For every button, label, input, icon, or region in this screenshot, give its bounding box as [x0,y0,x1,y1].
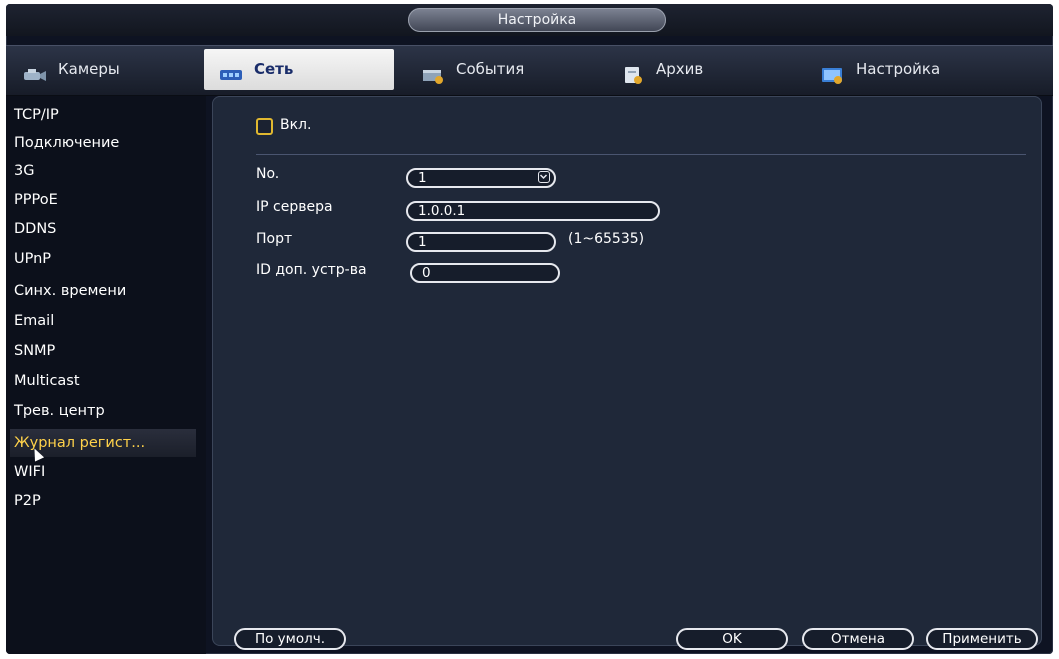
window-title: Настройка [408,8,666,32]
sidebar-item-snmp[interactable]: SNMP [10,337,196,365]
archive-icon [620,60,646,84]
port-label: Порт [256,231,293,247]
tab-archive[interactable]: Архив [606,49,796,90]
chevron-down-icon [538,171,550,183]
main-tab-bar: Камеры Сеть События Архив Настройка [6,45,1053,96]
tab-events[interactable]: События [406,49,596,90]
dvr-window: Настройка Камеры Сеть События Архив Наст… [6,4,1053,654]
enable-checkbox[interactable] [256,118,273,135]
sidebar-item-email[interactable]: Email [10,307,196,335]
network-sidebar: TCP/IP Подключение 3G PPPoE DDNS UPnP Си… [6,96,206,654]
no-select[interactable]: 1 [406,168,556,188]
ok-button[interactable]: OK [676,628,788,650]
sidebar-item-alarm-center[interactable]: Трев. центр [10,397,196,425]
enable-label: Вкл. [280,117,312,133]
sidebar-item-ddns[interactable]: DDNS [10,215,196,243]
sidebar-item-pppoe[interactable]: PPPoE [10,186,196,214]
no-label: No. [256,166,280,182]
title-bar: Настройка [6,4,1053,36]
sidebar-item-connection[interactable]: Подключение [10,129,196,157]
sidebar-item-multicast[interactable]: Multicast [10,367,196,395]
server-ip-input[interactable]: 1.0.0.1 [406,201,660,221]
default-button[interactable]: По умолч. [234,628,346,650]
apply-button[interactable]: Применить [926,628,1038,650]
sidebar-item-upnp[interactable]: UPnP [10,245,196,273]
port-range-hint: (1~65535) [568,231,645,247]
server-ip-label: IP сервера [256,199,333,215]
events-icon [420,60,446,84]
divider [256,154,1026,155]
sidebar-item-p2p[interactable]: P2P [10,487,196,515]
tab-cameras[interactable]: Камеры [8,49,198,90]
tab-network[interactable]: Сеть [204,49,394,90]
port-input[interactable]: 1 [406,232,556,252]
settings-icon [820,60,846,84]
camera-icon [22,60,48,81]
sidebar-item-3g[interactable]: 3G [10,157,196,185]
cancel-button[interactable]: Отмена [802,628,914,650]
register-settings-panel: Вкл. No. 1 IP сервера 1.0.0.1 Порт 1 (1~… [212,96,1042,650]
tab-settings[interactable]: Настройка [806,49,996,90]
device-id-input[interactable]: 0 [410,263,560,283]
sidebar-item-wifi[interactable]: WIFI [10,458,196,486]
sidebar-item-tcpip[interactable]: TCP/IP [10,101,196,129]
network-icon [218,60,244,80]
device-id-label: ID доп. устр-ва [256,262,367,278]
sidebar-item-time-sync[interactable]: Синх. времени [10,277,196,305]
no-select-value: 1 [418,170,427,186]
